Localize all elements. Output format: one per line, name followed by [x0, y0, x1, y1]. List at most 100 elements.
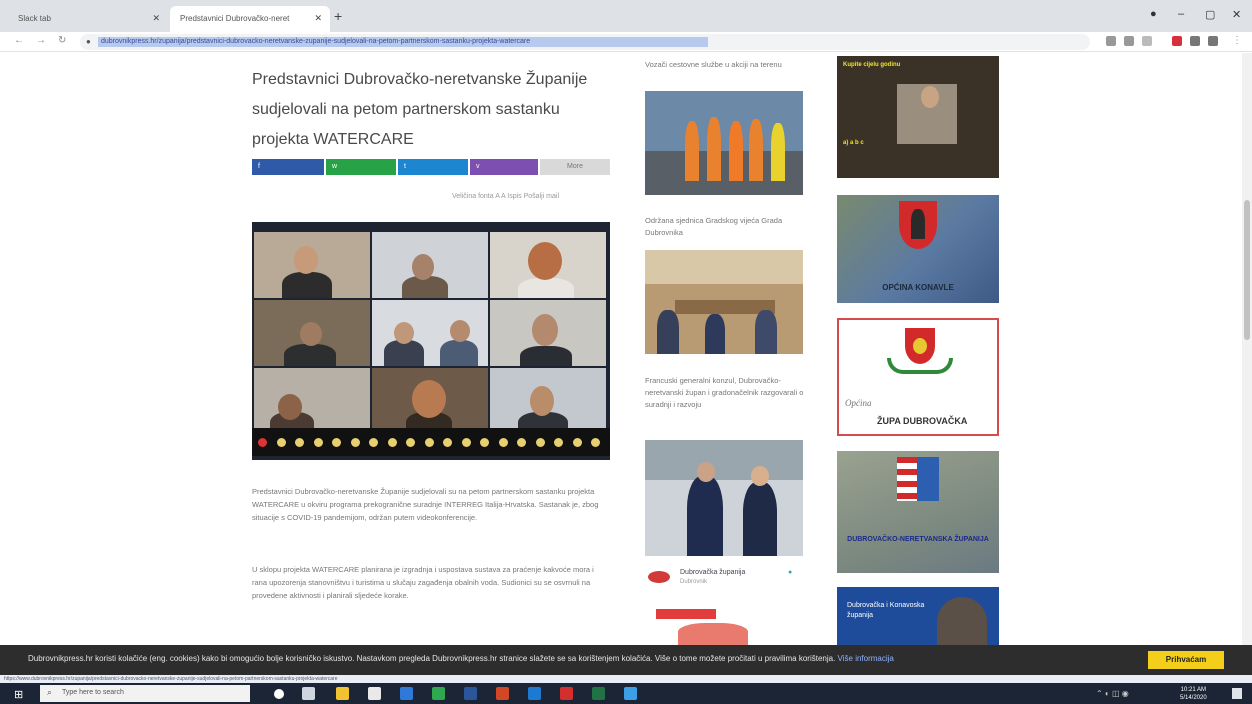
file-explorer-icon[interactable] [336, 687, 349, 700]
app-icon[interactable] [624, 687, 637, 700]
news-thumbnail[interactable] [645, 250, 803, 354]
cookie-accept-button[interactable]: Prihvaćam [1148, 651, 1224, 669]
back-button[interactable]: ← [14, 35, 24, 46]
call-control-icon [332, 438, 341, 447]
browser-toolbar: ← → ↻ ● dubrovnikpress.hr/zupanija/preds… [0, 32, 1252, 52]
call-participant [254, 300, 370, 366]
share-viber-button[interactable]: v [470, 159, 538, 175]
ad-text: DUBROVAČKO-NERETVANSKA ŽUPANIJA [847, 536, 989, 543]
page-scrollbar[interactable] [1242, 53, 1252, 645]
call-control-icon [517, 438, 526, 447]
scrollbar-thumb[interactable] [1244, 200, 1250, 340]
profile-icon[interactable]: ● [1150, 8, 1157, 20]
social-post-image [678, 623, 748, 645]
tab-label: Slack tab [18, 14, 51, 23]
address-bar[interactable]: ● dubrovnikpress.hr/zupanija/predstavnic… [80, 34, 1090, 50]
call-participant [372, 368, 488, 434]
word-icon[interactable] [464, 687, 477, 700]
social-logo [648, 571, 670, 583]
social-account-name: Dubrovačka županija [680, 569, 746, 576]
call-participant [490, 300, 606, 366]
browser-tab[interactable]: Slack tab ✕ [8, 6, 168, 32]
close-window-button[interactable]: ✕ [1232, 8, 1241, 21]
tab-label: Predstavnici Dubrovačko-neret [180, 14, 290, 23]
article-title: Predstavnici Dubrovačko-neretvanske Župa… [252, 71, 588, 148]
notification-icon[interactable] [1232, 688, 1242, 699]
extension-icon[interactable] [1124, 36, 1134, 46]
forward-button[interactable]: → [36, 35, 46, 46]
ad-text: Dubrovačka i Konavoska županija [847, 602, 925, 619]
ad-text: Općina [845, 398, 872, 408]
extension-icon[interactable] [1106, 36, 1116, 46]
ad-text: Kupite cijelu godinu [843, 62, 901, 68]
cortana-icon[interactable] [274, 689, 284, 699]
windows-taskbar: ⊞ ⌕ Type here to search ⌃ ◐ ◫ ◉ 10:21 AM… [0, 683, 1252, 704]
store-icon[interactable] [368, 687, 381, 700]
share-more-button[interactable]: More [540, 159, 610, 175]
ad-text: OPĆINA KONAVLE [882, 283, 954, 292]
call-control-icon [387, 438, 397, 447]
windows-start-icon[interactable]: ⊞ [14, 688, 23, 701]
extension-icon[interactable] [1190, 36, 1200, 46]
menu-icon[interactable]: ⋮ [1232, 35, 1242, 46]
news-thumbnail[interactable] [645, 440, 803, 556]
ad-banner[interactable]: DUBROVAČKO-NERETVANSKA ŽUPANIJA [837, 451, 999, 573]
maximize-button[interactable]: ▢ [1205, 8, 1215, 21]
call-participant [372, 300, 488, 366]
taskbar-clock[interactable]: 10:21 AM 5/14/2020 [1180, 686, 1207, 702]
chrome-icon[interactable] [432, 687, 445, 700]
ad-text: ŽUPA DUBROVAČKA [877, 416, 968, 426]
close-icon[interactable]: ✕ [314, 13, 322, 24]
powerpoint-icon[interactable] [496, 687, 509, 700]
call-participant [490, 368, 606, 434]
call-participant [254, 232, 370, 298]
ad-banner[interactable]: OPĆINA KONAVLE [837, 195, 999, 303]
extension-icon[interactable] [1208, 36, 1218, 46]
task-view-icon[interactable] [302, 687, 315, 700]
article-photo [252, 222, 610, 460]
share-twitter-button[interactable]: t [398, 159, 468, 175]
social-post-banner [656, 609, 716, 619]
mail-icon[interactable] [400, 687, 413, 700]
lock-icon: ● [86, 37, 91, 46]
call-control-icon [406, 438, 415, 447]
news-headline-link[interactable]: Francuski generalni konzul, Dubrovačko-n… [645, 375, 805, 411]
social-widget[interactable]: Dubrovačka županija Dubrovnik ● [648, 565, 803, 645]
browser-tab-active[interactable]: Predstavnici Dubrovačko-neret ✕ [170, 6, 330, 32]
minimize-button[interactable]: – [1178, 8, 1184, 20]
news-headline-link[interactable]: Održana sjednica Gradskog vijeća Grada D… [645, 215, 805, 239]
share-facebook-button[interactable]: f [252, 159, 324, 175]
status-bar-url: https://www.dubrovnikpress.hr/zupanija/p… [0, 675, 1252, 683]
url-text[interactable]: dubrovnikpress.hr/zupanija/predstavnici-… [98, 37, 708, 47]
acrobat-icon[interactable] [560, 687, 573, 700]
call-control-icon [591, 438, 600, 447]
call-participant [372, 232, 488, 298]
call-control-icon [443, 438, 452, 447]
call-control-icon [276, 438, 286, 447]
call-control-icon [295, 438, 304, 447]
call-control-icon [572, 438, 582, 447]
cookie-more-info-link[interactable]: Više informacija [838, 654, 894, 663]
ad-banner[interactable]: Općina ŽUPA DUBROVAČKA [837, 318, 999, 436]
extension-icon[interactable] [1142, 36, 1152, 46]
call-control-icon [313, 438, 323, 447]
news-thumbnail[interactable] [645, 91, 803, 195]
system-tray-icons[interactable]: ⌃ ◐ ◫ ◉ [1096, 689, 1129, 698]
taskbar-search-box[interactable]: ⌕ Type here to search [40, 685, 250, 702]
ad-banner[interactable]: Dubrovačka i Konavoska županija [837, 587, 999, 645]
call-control-icon [461, 438, 471, 447]
share-whatsapp-button[interactable]: w [326, 159, 396, 175]
call-participant [254, 368, 370, 434]
new-tab-button[interactable]: + [334, 8, 342, 24]
news-headline-link[interactable]: Vozači cestovne službe u akciji na teren… [645, 59, 805, 71]
browser-tabbar: Slack tab ✕ Predstavnici Dubrovačko-nere… [0, 0, 1252, 32]
extension-icon[interactable] [1172, 36, 1182, 46]
call-controls-bar [252, 428, 610, 456]
close-icon[interactable]: ✕ [152, 13, 160, 24]
outlook-icon[interactable] [528, 687, 541, 700]
ad-banner[interactable]: Kupite cijelu godinu a) a b c [837, 56, 999, 178]
excel-icon[interactable] [592, 687, 605, 700]
call-control-icon [424, 438, 434, 447]
article-meta: Veličina fonta A A Ispis Pošalji mail [452, 193, 560, 200]
reload-button[interactable]: ↻ [58, 35, 66, 46]
